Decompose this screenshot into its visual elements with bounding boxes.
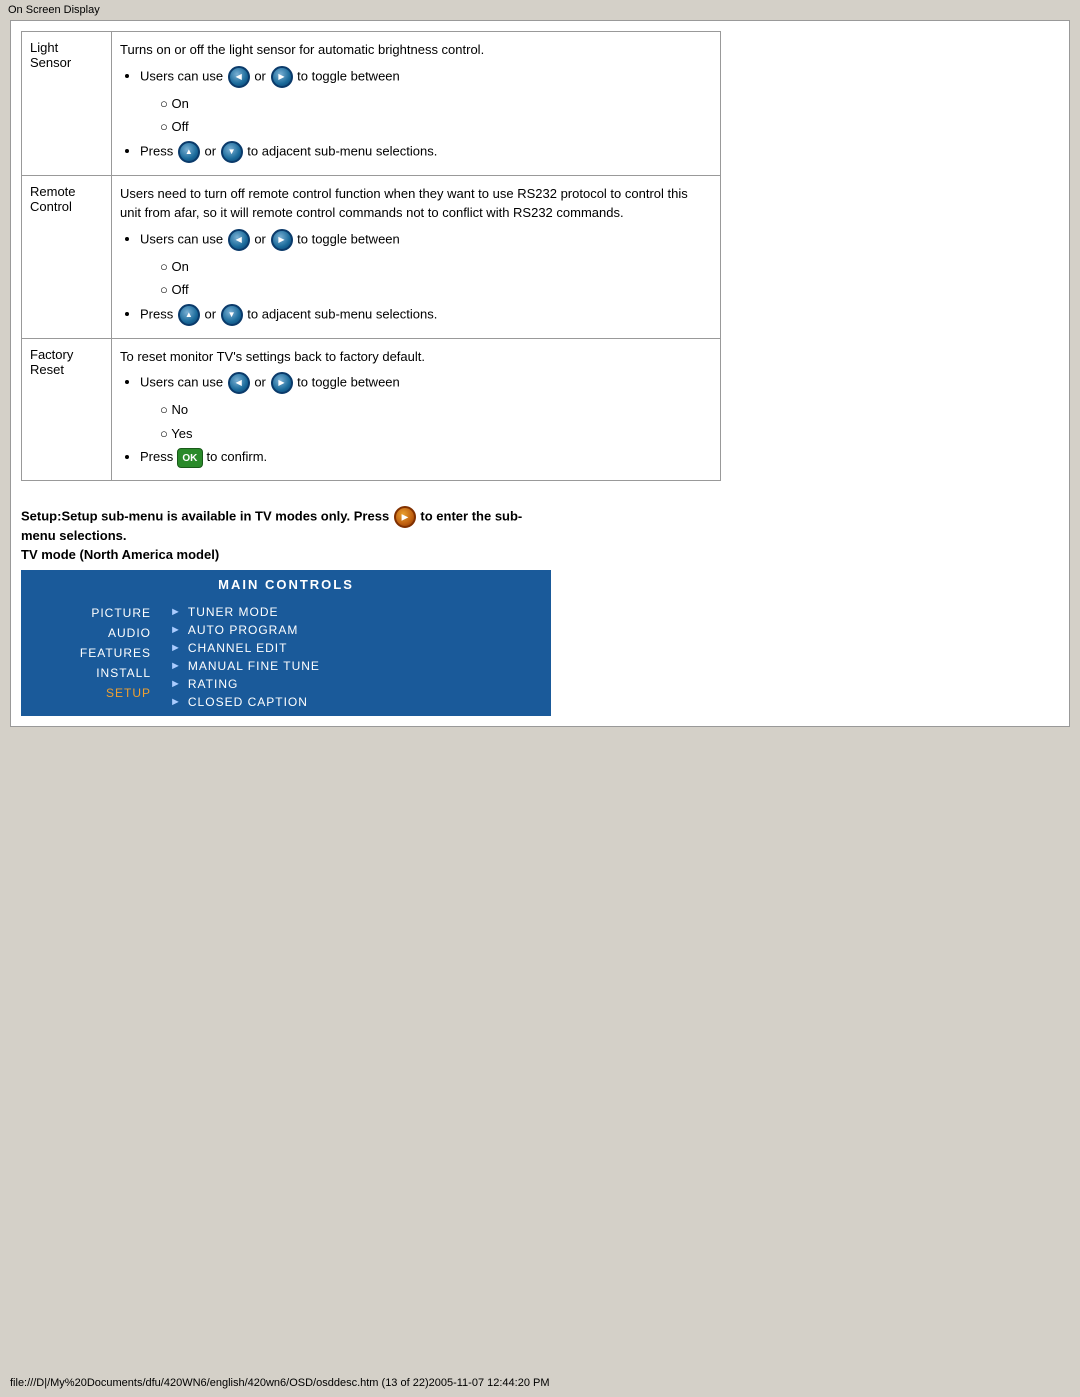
remote-control-row: RemoteControl Users need to turn off rem… [22, 175, 721, 338]
tuner-mode-label: TUNER MODE [188, 605, 279, 619]
menu-item-install[interactable]: INSTALL [32, 663, 151, 683]
ls-option-off: Off [160, 117, 712, 137]
auto-program-label: AUTO PROGRAM [188, 623, 298, 637]
menu-right-col: ► TUNER MODE ► AUTO PROGRAM ► CHANNEL ED… [162, 598, 551, 715]
left-arrow-btn-rc[interactable] [228, 229, 250, 251]
arrow-closed-caption: ► [170, 696, 182, 708]
right-arrow-setup[interactable] [394, 506, 416, 528]
remote-control-label: RemoteControl [22, 175, 112, 338]
right-arrow-btn-rc[interactable] [271, 229, 293, 251]
menu-table: MAIN CONTROLS PICTURE AUDIO FEATURES INS… [21, 570, 551, 716]
setup-note-line1: Setup:Setup sub-menu is available in TV … [21, 508, 393, 523]
factory-reset-options: No Yes [160, 400, 712, 443]
menu-right-auto-program[interactable]: ► AUTO PROGRAM [170, 621, 542, 639]
menu-item-picture[interactable]: PICTURE [32, 603, 151, 623]
channel-edit-label: CHANNEL EDIT [188, 641, 288, 655]
light-sensor-description: Turns on or off the light sensor for aut… [120, 42, 484, 57]
arrow-channel-edit: ► [170, 642, 182, 654]
remote-control-description: Users need to turn off remote control fu… [120, 186, 688, 221]
rating-label: RATING [188, 677, 238, 691]
menu-header-cell: MAIN CONTROLS [22, 570, 551, 598]
up-arrow-btn-ls[interactable] [178, 141, 200, 163]
right-arrow-btn-ls[interactable] [271, 66, 293, 88]
address-bar-text: On Screen Display [8, 4, 100, 16]
footer-bar: file:///D|/My%20Documents/dfu/420WN6/eng… [0, 1373, 1080, 1393]
menu-right-manual-fine-tune[interactable]: ► MANUAL FINE TUNE [170, 657, 542, 675]
light-sensor-label: LightSensor [22, 32, 112, 176]
setup-note: Setup:Setup sub-menu is available in TV … [21, 506, 1059, 543]
ls-option-on: On [160, 94, 712, 114]
down-arrow-btn-ls[interactable] [221, 141, 243, 163]
up-arrow-btn-rc[interactable] [178, 304, 200, 326]
factory-reset-description: To reset monitor TV's settings back to f… [120, 349, 425, 364]
menu-right-rating[interactable]: ► RATING [170, 675, 542, 693]
setup-note-line3: menu selections. [21, 528, 126, 543]
left-arrow-btn-fr[interactable] [228, 372, 250, 394]
features-table: LightSensor Turns on or off the light se… [21, 31, 721, 481]
down-arrow-btn-rc[interactable] [221, 304, 243, 326]
factory-reset-row: FactoryReset To reset monitor TV's setti… [22, 338, 721, 480]
factory-reset-content: To reset monitor TV's settings back to f… [112, 338, 721, 480]
fr-option-no: No [160, 400, 712, 420]
menu-right-tuner-mode[interactable]: ► TUNER MODE [170, 603, 542, 621]
arrow-rating: ► [170, 678, 182, 690]
arrow-tuner-mode: ► [170, 606, 182, 618]
arrow-manual-fine-tune: ► [170, 660, 182, 672]
closed-caption-label: CLOSED CAPTION [188, 695, 308, 709]
menu-left-col: PICTURE AUDIO FEATURES INSTALL SETUP [22, 598, 162, 715]
rc-option-on: On [160, 257, 712, 277]
menu-header-text: MAIN CONTROLS [218, 577, 354, 592]
browser-address-bar: On Screen Display [0, 0, 1080, 20]
menu-header-row: MAIN CONTROLS [22, 570, 551, 598]
light-sensor-options: On Off [160, 94, 712, 137]
fr-option-yes: Yes [160, 424, 712, 444]
right-arrow-btn-fr[interactable] [271, 372, 293, 394]
menu-item-audio[interactable]: AUDIO [32, 623, 151, 643]
setup-note-line2: to enter the sub- [420, 508, 522, 523]
manual-fine-tune-label: MANUAL FINE TUNE [188, 659, 320, 673]
menu-right-channel-edit[interactable]: ► CHANNEL EDIT [170, 639, 542, 657]
arrow-auto-program: ► [170, 624, 182, 636]
menu-right-closed-caption[interactable]: ► CLOSED CAPTION [170, 693, 542, 711]
main-content: LightSensor Turns on or off the light se… [10, 20, 1070, 727]
footer-text: file:///D|/My%20Documents/dfu/420WN6/eng… [10, 1377, 550, 1389]
remote-control-options: On Off [160, 257, 712, 300]
light-sensor-row: LightSensor Turns on or off the light se… [22, 32, 721, 176]
ok-button-fr[interactable]: OK [177, 448, 203, 468]
rc-option-off: Off [160, 280, 712, 300]
menu-item-features[interactable]: FEATURES [32, 643, 151, 663]
factory-reset-label: FactoryReset [22, 338, 112, 480]
remote-control-content: Users need to turn off remote control fu… [112, 175, 721, 338]
left-arrow-btn[interactable] [228, 66, 250, 88]
menu-body-row: PICTURE AUDIO FEATURES INSTALL SETUP ► T… [22, 598, 551, 715]
light-sensor-content: Turns on or off the light sensor for aut… [112, 32, 721, 176]
menu-item-setup[interactable]: SETUP [32, 683, 151, 703]
light-sensor-toggle-text: Users can use [140, 68, 227, 83]
tv-mode-title: TV mode (North America model) [21, 547, 1059, 562]
